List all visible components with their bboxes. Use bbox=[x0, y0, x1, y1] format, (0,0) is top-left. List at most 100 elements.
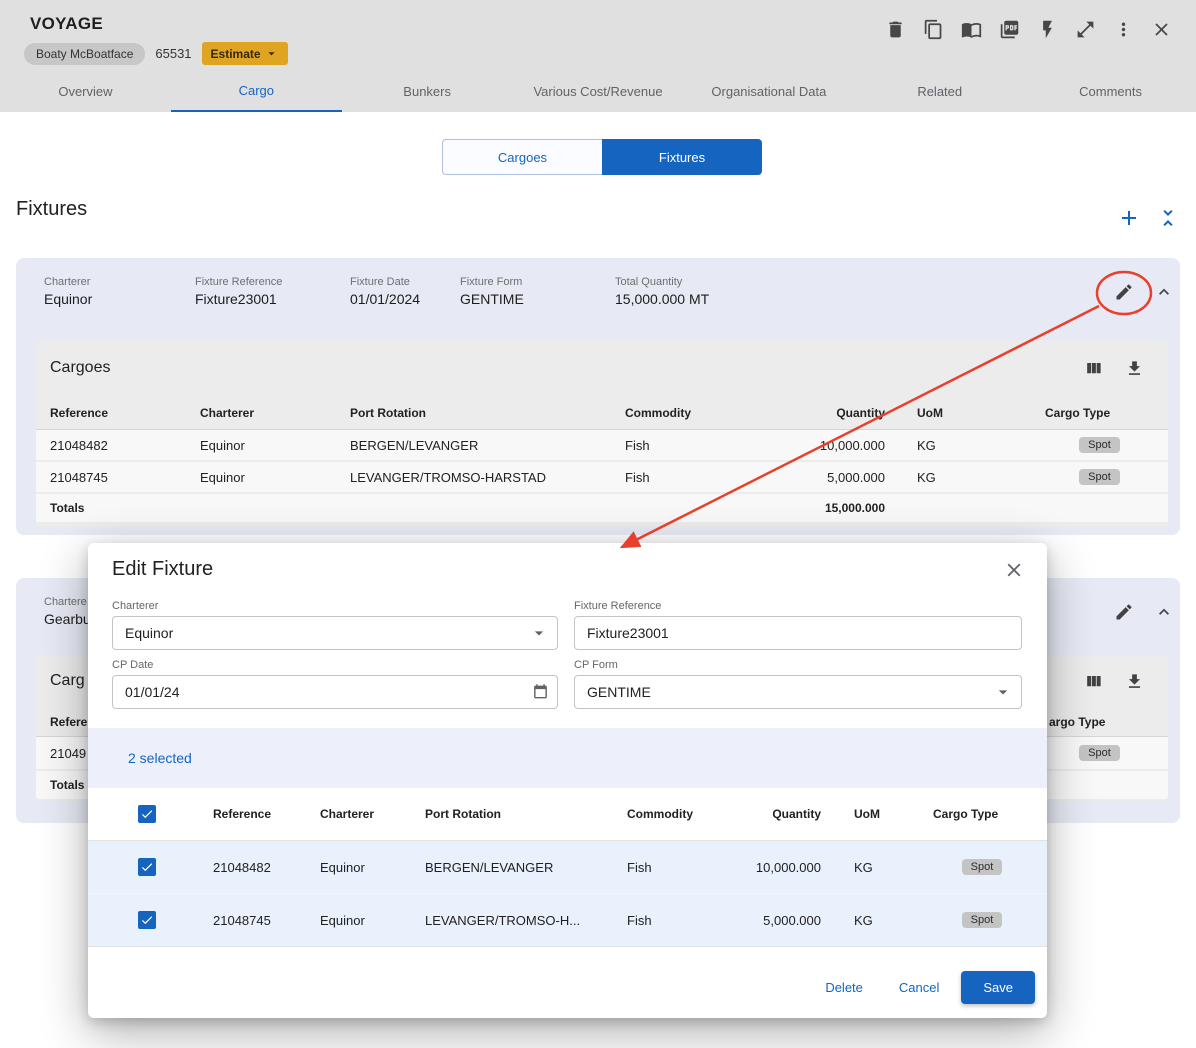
fixture-reference-label: Fixture Reference bbox=[195, 276, 350, 288]
charterer-label: Charterer bbox=[112, 600, 558, 612]
table-row[interactable]: 21048482 Equinor BERGEN/LEVANGER Fish 10… bbox=[36, 430, 1168, 460]
columns-button[interactable] bbox=[1084, 672, 1103, 691]
collapse-all-button[interactable] bbox=[1156, 206, 1180, 230]
cargoes-title: Cargoes bbox=[50, 359, 110, 377]
total-quantity-label: Total Quantity bbox=[615, 276, 709, 288]
fixture-reference-input[interactable] bbox=[574, 616, 1022, 650]
voyage-meta: Boaty McBoatface 65531 Estimate bbox=[24, 42, 288, 65]
table-row[interactable]: 21048745 Equinor LEVANGER/TROMSO-HARSTAD… bbox=[36, 462, 1168, 492]
cell-port-rotation: BERGEN/LEVANGER bbox=[425, 860, 627, 875]
cell-quantity: 10,000.000 bbox=[775, 438, 885, 453]
fixture-date-label: Fixture Date bbox=[350, 276, 460, 288]
tab-overview[interactable]: Overview bbox=[0, 70, 171, 112]
fixture-date-value: 01/01/2024 bbox=[350, 291, 460, 307]
edit-fixture-button[interactable] bbox=[1114, 602, 1134, 622]
tab-related[interactable]: Related bbox=[854, 70, 1025, 112]
close-window-button[interactable] bbox=[1151, 19, 1172, 40]
cell-uom: KG bbox=[821, 913, 933, 928]
fixture-reference-value: Fixture23001 bbox=[195, 291, 350, 307]
fixture-card-actions bbox=[1114, 282, 1174, 302]
tab-cargo[interactable]: Cargo bbox=[171, 70, 342, 112]
cargoes-toolbar bbox=[1084, 672, 1144, 691]
charterer-select[interactable] bbox=[112, 616, 558, 650]
download-icon bbox=[1125, 672, 1144, 691]
download-icon bbox=[1125, 359, 1144, 378]
table-row[interactable]: 21048745 Equinor LEVANGER/TROMSO-H... Fi… bbox=[88, 894, 1047, 947]
cargoes-fixtures-toggle: Cargoes Fixtures bbox=[442, 139, 762, 175]
kebab-menu-icon bbox=[1113, 19, 1134, 40]
save-button[interactable]: Save bbox=[961, 971, 1035, 1004]
col-cargo-type: Cargo Type bbox=[1045, 406, 1154, 420]
pdf-button[interactable] bbox=[999, 19, 1020, 40]
cell-port-rotation: LEVANGER/TROMSO-H... bbox=[425, 913, 627, 928]
fixture-form-label: Fixture Form bbox=[460, 276, 615, 288]
cargo-type-badge: Spot bbox=[962, 912, 1003, 928]
collapse-card-button[interactable] bbox=[1154, 282, 1174, 302]
close-icon bbox=[1151, 19, 1172, 40]
unfold-less-icon bbox=[1156, 206, 1180, 230]
flash-icon bbox=[1037, 19, 1058, 40]
check-icon bbox=[140, 913, 154, 927]
cp-form-select[interactable] bbox=[574, 675, 1022, 709]
fixture-summary: Charterer Equinor Fixture Reference Fixt… bbox=[16, 258, 1180, 307]
tab-comments[interactable]: Comments bbox=[1025, 70, 1196, 112]
cell-reference: 21048745 bbox=[213, 913, 320, 928]
row-checkbox[interactable] bbox=[138, 858, 156, 876]
cell-quantity: 10,000.000 bbox=[715, 860, 821, 875]
col-uom: UoM bbox=[885, 406, 1045, 420]
cancel-button[interactable]: Cancel bbox=[885, 972, 953, 1003]
download-button[interactable] bbox=[1125, 672, 1144, 691]
charterer-label: Charterer bbox=[44, 276, 195, 288]
collapse-card-button[interactable] bbox=[1154, 602, 1174, 622]
kebab-menu-button[interactable] bbox=[1113, 19, 1134, 40]
pencil-icon bbox=[1114, 602, 1134, 622]
fullscreen-icon bbox=[1075, 19, 1096, 40]
estimate-button[interactable]: Estimate bbox=[202, 42, 288, 65]
fixture-card-actions bbox=[1114, 602, 1174, 622]
copy-button[interactable] bbox=[923, 19, 944, 40]
col-uom: UoM bbox=[821, 807, 933, 821]
modal-title: Edit Fixture bbox=[112, 558, 213, 581]
columns-icon bbox=[1084, 359, 1103, 378]
chevron-up-icon bbox=[1154, 602, 1174, 622]
cell-reference: 21048745 bbox=[50, 470, 200, 485]
fixture-card-1: Charterer Equinor Fixture Reference Fixt… bbox=[16, 258, 1180, 535]
cell-charterer: Equinor bbox=[320, 860, 425, 875]
table-row[interactable]: 21048482 Equinor BERGEN/LEVANGER Fish 10… bbox=[88, 841, 1047, 894]
check-icon bbox=[140, 807, 154, 821]
totals-quantity: 15,000.000 bbox=[775, 501, 885, 515]
modal-footer: Delete Cancel Save bbox=[811, 971, 1035, 1004]
fullscreen-button[interactable] bbox=[1075, 19, 1096, 40]
cargoes-toggle-button[interactable]: Cargoes bbox=[442, 139, 602, 175]
edit-fixture-button[interactable] bbox=[1114, 282, 1134, 302]
cell-reference: 21048482 bbox=[213, 860, 320, 875]
trash-button[interactable] bbox=[885, 19, 906, 40]
flash-button[interactable] bbox=[1037, 19, 1058, 40]
cp-date-input[interactable] bbox=[112, 675, 558, 709]
add-fixture-button[interactable] bbox=[1117, 206, 1141, 230]
cp-date-label: CP Date bbox=[112, 659, 558, 671]
col-port-rotation: Port Rotation bbox=[350, 406, 625, 420]
tab-organisational-data[interactable]: Organisational Data bbox=[683, 70, 854, 112]
download-button[interactable] bbox=[1125, 359, 1144, 378]
cargo-type-badge: Spot bbox=[962, 859, 1003, 875]
cargo-type-badge: Spot bbox=[1079, 469, 1120, 485]
totals-label: Totals bbox=[50, 501, 200, 515]
select-all-checkbox[interactable] bbox=[138, 805, 156, 823]
fixtures-toggle-button[interactable]: Fixtures bbox=[602, 139, 762, 175]
modal-close-button[interactable] bbox=[1003, 559, 1025, 581]
columns-button[interactable] bbox=[1084, 359, 1103, 378]
cell-charterer: Equinor bbox=[320, 913, 425, 928]
book-button[interactable] bbox=[961, 19, 982, 40]
delete-button[interactable]: Delete bbox=[811, 972, 877, 1003]
tab-bunkers[interactable]: Bunkers bbox=[342, 70, 513, 112]
cell-quantity: 5,000.000 bbox=[715, 913, 821, 928]
col-commodity: Commodity bbox=[625, 406, 775, 420]
total-quantity-value: 15,000.000 MT bbox=[615, 291, 709, 307]
col-reference: Reference bbox=[213, 807, 320, 821]
tab-various-cost-revenue[interactable]: Various Cost/Revenue bbox=[513, 70, 684, 112]
row-checkbox[interactable] bbox=[138, 911, 156, 929]
modal-table-header: Reference Charterer Port Rotation Commod… bbox=[88, 788, 1047, 841]
charterer-value: Equinor bbox=[44, 291, 195, 307]
chevron-down-icon bbox=[529, 623, 549, 643]
